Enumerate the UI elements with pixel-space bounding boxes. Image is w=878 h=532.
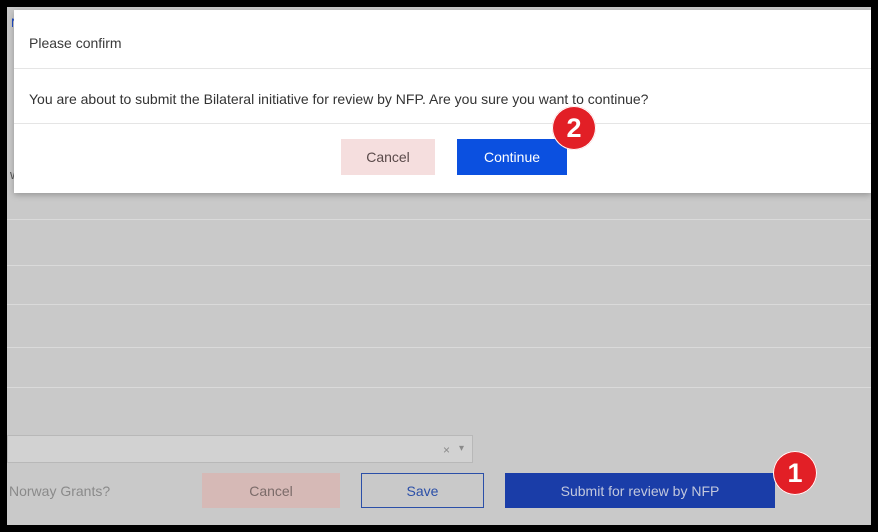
form-row-divider	[7, 219, 871, 220]
dialog-divider	[14, 123, 871, 124]
form-row-divider	[7, 387, 871, 388]
dialog-cancel-button[interactable]: Cancel	[341, 139, 435, 175]
form-row-divider	[7, 265, 871, 266]
form-question-label: Norway Grants?	[9, 483, 111, 499]
confirm-dialog: Please confirm You are about to submit t…	[14, 10, 871, 193]
step-1-badge: 1	[773, 451, 817, 495]
form-row-divider	[7, 347, 871, 348]
submit-for-review-button[interactable]: Submit for review by NFP	[505, 473, 775, 508]
dialog-title: Please confirm	[29, 35, 122, 51]
dialog-divider	[14, 68, 871, 69]
select-field[interactable]: × ▾	[7, 435, 473, 463]
form-row-divider	[7, 304, 871, 305]
continue-button[interactable]: Continue	[457, 139, 567, 175]
save-button[interactable]: Save	[361, 473, 484, 508]
clear-icon[interactable]: ×	[443, 443, 450, 457]
chevron-down-icon[interactable]: ▾	[459, 443, 464, 454]
cancel-button[interactable]: Cancel	[202, 473, 340, 508]
step-2-badge: 2	[552, 106, 596, 150]
dialog-message: You are about to submit the Bilateral in…	[29, 91, 649, 107]
